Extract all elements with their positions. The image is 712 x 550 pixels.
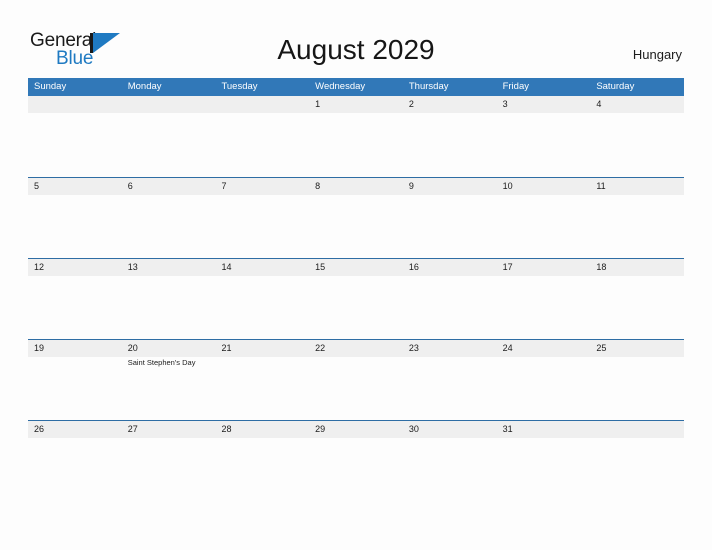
calendar-day-cell[interactable]: 9 bbox=[403, 178, 497, 259]
page-header: General Blue August 2029 Hungary bbox=[0, 0, 712, 78]
calendar-day-cell[interactable]: 22 bbox=[309, 340, 403, 421]
day-number: 17 bbox=[502, 262, 513, 272]
calendar-day-cell[interactable]: 28 bbox=[215, 421, 309, 502]
calendar-weeks: 1 2 3 4 5 6 7 8 9 10 11 12 13 14 15 16 17 18 19 20 Saint Ste… bbox=[28, 96, 684, 501]
calendar-day-cell[interactable]: 11 bbox=[590, 178, 684, 259]
calendar-day-cell[interactable]: 29 bbox=[309, 421, 403, 502]
calendar-day-cell[interactable]: 13 bbox=[122, 259, 216, 340]
calendar-day-cell[interactable]: 4 bbox=[590, 96, 684, 177]
calendar-day-cell[interactable]: 23 bbox=[403, 340, 497, 421]
calendar-day-cell[interactable]: 10 bbox=[497, 178, 591, 259]
calendar-grid: Sunday Monday Tuesday Wednesday Thursday… bbox=[28, 78, 684, 501]
weekday-header-monday: Monday bbox=[127, 81, 162, 92]
week-cells: 12 13 14 15 16 17 18 bbox=[28, 259, 684, 340]
day-number: 27 bbox=[127, 424, 138, 434]
day-number: 5 bbox=[34, 181, 40, 191]
calendar-page: General Blue August 2029 Hungary Sunday … bbox=[0, 0, 712, 550]
calendar-day-cell[interactable]: 21 bbox=[215, 340, 309, 421]
day-number: 24 bbox=[502, 343, 513, 353]
calendar-week-row: 5 6 7 8 9 10 11 bbox=[28, 177, 684, 258]
calendar-day-cell-empty bbox=[122, 96, 216, 177]
calendar-day-cell[interactable]: 8 bbox=[309, 178, 403, 259]
day-number: 8 bbox=[315, 181, 321, 191]
calendar-day-cell-empty bbox=[590, 421, 684, 502]
calendar-day-cell[interactable]: 14 bbox=[215, 259, 309, 340]
calendar-day-cell-empty bbox=[28, 96, 122, 177]
day-number: 9 bbox=[408, 181, 414, 191]
calendar-day-cell[interactable]: 18 bbox=[590, 259, 684, 340]
weekday-header-tuesday: Tuesday bbox=[221, 81, 258, 92]
calendar-day-cell[interactable]: 30 bbox=[403, 421, 497, 502]
calendar-day-cell[interactable]: 5 bbox=[28, 178, 122, 259]
calendar-day-cell-empty bbox=[215, 96, 309, 177]
day-number: 3 bbox=[502, 99, 508, 109]
week-cells: 5 6 7 8 9 10 11 bbox=[28, 178, 684, 259]
day-number: 15 bbox=[315, 262, 326, 272]
day-number: 12 bbox=[34, 262, 45, 272]
day-number: 11 bbox=[596, 181, 606, 191]
day-number: 7 bbox=[221, 181, 227, 191]
day-number: 4 bbox=[596, 99, 602, 109]
day-number: 20 bbox=[127, 343, 138, 353]
day-number: 14 bbox=[221, 262, 232, 272]
calendar-day-cell[interactable]: 25 bbox=[590, 340, 684, 421]
day-number: 1 bbox=[315, 99, 321, 109]
day-number: 16 bbox=[408, 262, 419, 272]
calendar-day-cell[interactable]: 1 bbox=[309, 96, 403, 177]
calendar-day-cell[interactable]: 20 Saint Stephen's Day bbox=[122, 340, 216, 421]
week-cells: 1 2 3 4 bbox=[28, 96, 684, 177]
calendar-day-cell[interactable]: 26 bbox=[28, 421, 122, 502]
weekday-header-sunday: Sunday bbox=[34, 81, 67, 92]
day-number: 13 bbox=[127, 262, 138, 272]
calendar-day-cell[interactable]: 17 bbox=[497, 259, 591, 340]
day-number: 31 bbox=[502, 424, 513, 434]
day-number: 23 bbox=[408, 343, 419, 353]
day-number: 26 bbox=[34, 424, 45, 434]
calendar-day-cell[interactable]: 15 bbox=[309, 259, 403, 340]
calendar-day-cell[interactable]: 27 bbox=[122, 421, 216, 502]
week-cells: 19 20 Saint Stephen's Day 21 22 23 24 25 bbox=[28, 340, 684, 421]
calendar-day-cell[interactable]: 3 bbox=[497, 96, 591, 177]
calendar-day-cell[interactable]: 31 bbox=[497, 421, 591, 502]
day-number: 21 bbox=[221, 343, 232, 353]
country-label: Hungary bbox=[632, 47, 682, 62]
day-number: 2 bbox=[408, 99, 414, 109]
calendar-day-cell[interactable]: 24 bbox=[497, 340, 591, 421]
day-number: 22 bbox=[315, 343, 326, 353]
calendar-week-row: 26 27 28 29 30 31 bbox=[28, 420, 684, 501]
calendar-day-cell[interactable]: 16 bbox=[403, 259, 497, 340]
calendar-week-row: 12 13 14 15 16 17 18 bbox=[28, 258, 684, 339]
day-number: 25 bbox=[596, 343, 607, 353]
day-number: 30 bbox=[408, 424, 419, 434]
day-number: 28 bbox=[221, 424, 232, 434]
calendar-day-cell[interactable]: 6 bbox=[122, 178, 216, 259]
weekday-header-friday: Friday bbox=[502, 81, 529, 92]
day-number: 10 bbox=[502, 181, 513, 191]
day-number: 19 bbox=[34, 343, 45, 353]
weekday-header-wednesday: Wednesday bbox=[315, 81, 366, 92]
calendar-day-cell[interactable]: 12 bbox=[28, 259, 122, 340]
weekday-header-row: Sunday Monday Tuesday Wednesday Thursday… bbox=[28, 78, 684, 96]
page-title: August 2029 bbox=[277, 34, 435, 65]
calendar-day-cell[interactable]: 19 bbox=[28, 340, 122, 421]
day-number: 29 bbox=[315, 424, 326, 434]
week-cells: 26 27 28 29 30 31 bbox=[28, 421, 684, 502]
calendar-week-row: 1 2 3 4 bbox=[28, 96, 684, 177]
calendar-day-cell[interactable]: 7 bbox=[215, 178, 309, 259]
day-number: 6 bbox=[127, 181, 133, 191]
calendar-day-cell[interactable]: 2 bbox=[403, 96, 497, 177]
day-number: 18 bbox=[596, 262, 607, 272]
weekday-header-thursday: Thursday bbox=[408, 81, 449, 92]
calendar-week-row: 19 20 Saint Stephen's Day 21 22 23 24 25 bbox=[28, 339, 684, 420]
holiday-label: Saint Stephen's Day bbox=[127, 358, 196, 367]
weekday-header-saturday: Saturday bbox=[596, 81, 635, 92]
